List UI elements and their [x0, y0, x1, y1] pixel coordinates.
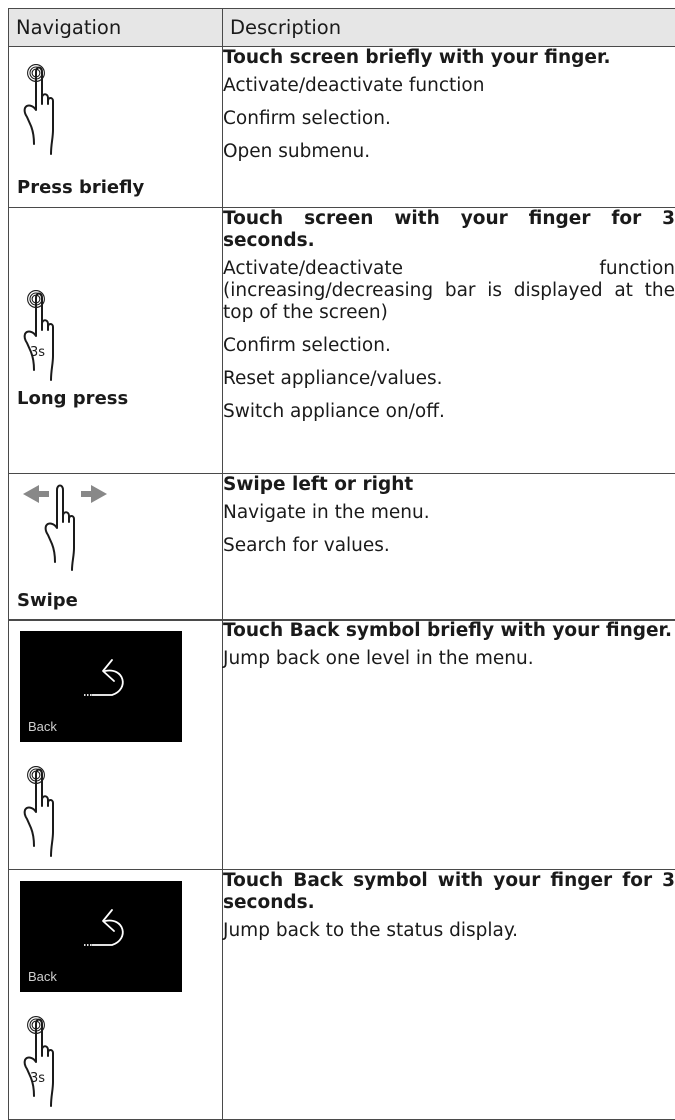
- back-screen-image: Back: [20, 631, 182, 742]
- nav-cell-swipe: Swipe: [9, 474, 223, 621]
- back-screen-image: Back: [20, 881, 182, 992]
- description-line: Open submenu.: [223, 141, 675, 163]
- back-label: Back: [28, 969, 57, 984]
- table-row: Press briefly Touch screen briefly with …: [9, 47, 675, 208]
- description-cell: Touch Back symbol briefly with your fing…: [223, 620, 675, 870]
- nav-cell-back-long: Back 3s: [9, 870, 223, 1120]
- duration-label: 3s: [30, 1071, 45, 1086]
- description-title: Touch Back symbol briefly with your fing…: [223, 620, 675, 642]
- description-line: Switch appliance on/off.: [223, 401, 675, 423]
- description-title: Swipe left or right: [223, 474, 675, 496]
- description-cell: Touch screen briefly with your finger. A…: [223, 47, 675, 208]
- swipe-hand-icon: [17, 480, 117, 590]
- description-cell: Swipe left or right Navigate in the menu…: [223, 474, 675, 621]
- description-line: Activate/deactivate function (increasing…: [223, 258, 675, 324]
- table-row: 3s Long press Touch screen with your fin…: [9, 208, 675, 474]
- description-title: Touch Back symbol with your finger for 3…: [223, 870, 675, 914]
- nav-label: Swipe: [17, 590, 78, 611]
- nav-label: Press briefly: [17, 177, 144, 198]
- long-press-hand-icon: 3s: [21, 284, 71, 396]
- duration-label: 3s: [30, 345, 45, 360]
- navigation-table: Navigation Description Press briefly Tou…: [8, 8, 675, 621]
- back-label: Back: [28, 719, 57, 734]
- tap-hand-icon: [21, 58, 71, 170]
- description-title: Touch screen briefly with your finger.: [223, 47, 675, 69]
- description-line: Navigate in the menu.: [223, 502, 675, 524]
- table-row: Swipe Swipe left or right Navigate in th…: [9, 474, 675, 621]
- back-navigation-table: Back Touch Back symbol briefly with your…: [8, 619, 675, 1120]
- table-row: Back 3s Touch Back symbol with your fing…: [9, 870, 675, 1120]
- description-line: Jump back to the status display.: [223, 920, 675, 942]
- description-cell: Touch Back symbol with your finger for 3…: [223, 870, 675, 1120]
- description-line: Activate/deactivate function: [223, 75, 675, 97]
- description-cell: Touch screen with your finger for 3 seco…: [223, 208, 675, 474]
- nav-label: Long press: [17, 388, 128, 409]
- description-line: Confirm selection.: [223, 335, 675, 357]
- description-line: Jump back one level in the menu.: [223, 648, 675, 670]
- column-header-description: Description: [223, 9, 675, 47]
- description-line: Confirm selection.: [223, 108, 675, 130]
- nav-cell-press-briefly: Press briefly: [9, 47, 223, 208]
- column-header-navigation: Navigation: [9, 9, 223, 47]
- tap-hand-icon: [21, 760, 71, 860]
- table-row: Back Touch Back symbol briefly with your…: [9, 620, 675, 870]
- description-line: Reset appliance/values.: [223, 368, 675, 390]
- nav-cell-long-press: 3s Long press: [9, 208, 223, 474]
- long-press-hand-icon: 3s: [21, 1010, 71, 1110]
- nav-cell-back-briefly: Back: [9, 620, 223, 870]
- description-line: Search for values.: [223, 535, 675, 557]
- description-title: Touch screen with your finger for 3 seco…: [223, 208, 675, 252]
